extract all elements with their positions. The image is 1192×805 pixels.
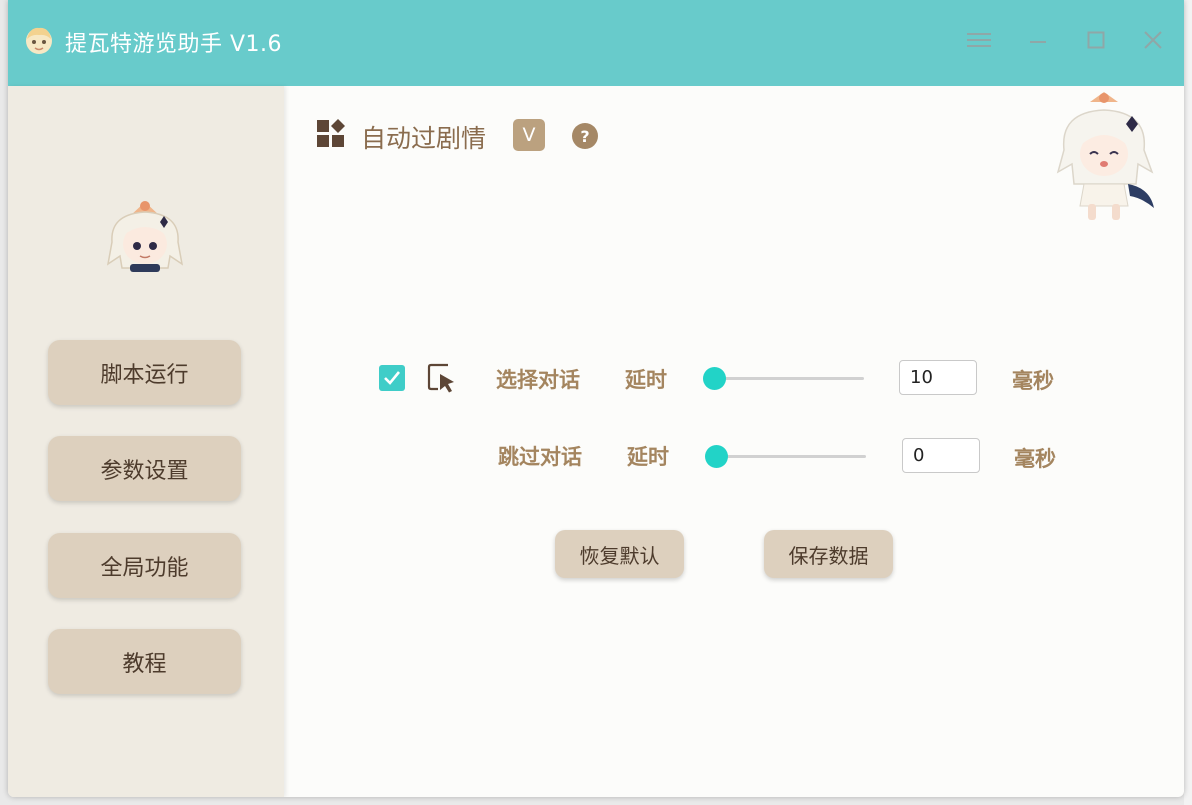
- slider-track: [712, 455, 866, 458]
- skip-dialogue-delay-label: 延时: [627, 445, 669, 469]
- paimon-mascot-icon: [1056, 92, 1154, 220]
- skip-dialogue-delay-input[interactable]: [902, 438, 980, 473]
- sidebar: 脚本运行 参数设置 全局功能 教程: [8, 86, 284, 797]
- help-icon[interactable]: ?: [572, 123, 598, 149]
- slider-thumb[interactable]: [703, 367, 726, 390]
- maximize-icon: [1087, 31, 1105, 49]
- save-data-button[interactable]: 保存数据: [764, 530, 893, 578]
- close-button[interactable]: [1135, 22, 1171, 58]
- cursor-click-icon: [427, 363, 454, 393]
- desktop-background: [1184, 0, 1192, 805]
- sidebar-item-script-run[interactable]: 脚本运行: [48, 340, 241, 405]
- sidebar-item-global-functions[interactable]: 全局功能: [48, 533, 241, 598]
- main-panel: 自动过剧情 V ? 选择对话 延时 10 毫秒 跳过对话 延时 0 毫秒 恢复默…: [284, 86, 1184, 797]
- close-icon: [1144, 31, 1162, 49]
- select-dialogue-label: 选择对话: [496, 368, 580, 392]
- reset-defaults-button[interactable]: 恢复默认: [555, 530, 684, 578]
- menu-icon: [967, 33, 991, 47]
- app-logo-icon: [26, 27, 52, 54]
- select-dialogue-delay-slider[interactable]: [703, 366, 864, 390]
- select-dialogue-unit-label: 毫秒: [1012, 369, 1054, 393]
- select-dialogue-delay-label: 延时: [625, 368, 667, 392]
- minimize-button[interactable]: [1020, 22, 1056, 58]
- select-dialogue-checkbox[interactable]: [379, 365, 405, 391]
- slider-thumb[interactable]: [705, 445, 728, 468]
- version-badge: V: [513, 119, 545, 151]
- paimon-avatar-icon: [106, 201, 184, 272]
- check-icon: [384, 371, 401, 385]
- page-title: 自动过剧情: [361, 124, 487, 153]
- sidebar-item-tutorial[interactable]: 教程: [48, 629, 241, 694]
- maximize-button[interactable]: [1078, 22, 1114, 58]
- skip-dialogue-delay-slider[interactable]: [705, 444, 866, 468]
- app-title: 提瓦特游览助手 V1.6: [65, 32, 283, 57]
- minimize-icon: [1030, 41, 1046, 43]
- slider-track: [710, 377, 864, 380]
- select-dialogue-delay-input[interactable]: [899, 360, 977, 395]
- sidebar-item-parameter-settings[interactable]: 参数设置: [48, 436, 241, 501]
- skip-dialogue-unit-label: 毫秒: [1014, 447, 1056, 471]
- title-bar[interactable]: 提瓦特游览助手 V1.6: [8, 0, 1184, 86]
- skip-dialogue-label: 跳过对话: [498, 445, 582, 469]
- app-window: 提瓦特游览助手 V1.6 脚本运行 参数设置 全局功能 教程 自动过剧情 V ?…: [8, 0, 1184, 797]
- widgets-icon: [317, 119, 345, 147]
- menu-button[interactable]: [961, 22, 997, 58]
